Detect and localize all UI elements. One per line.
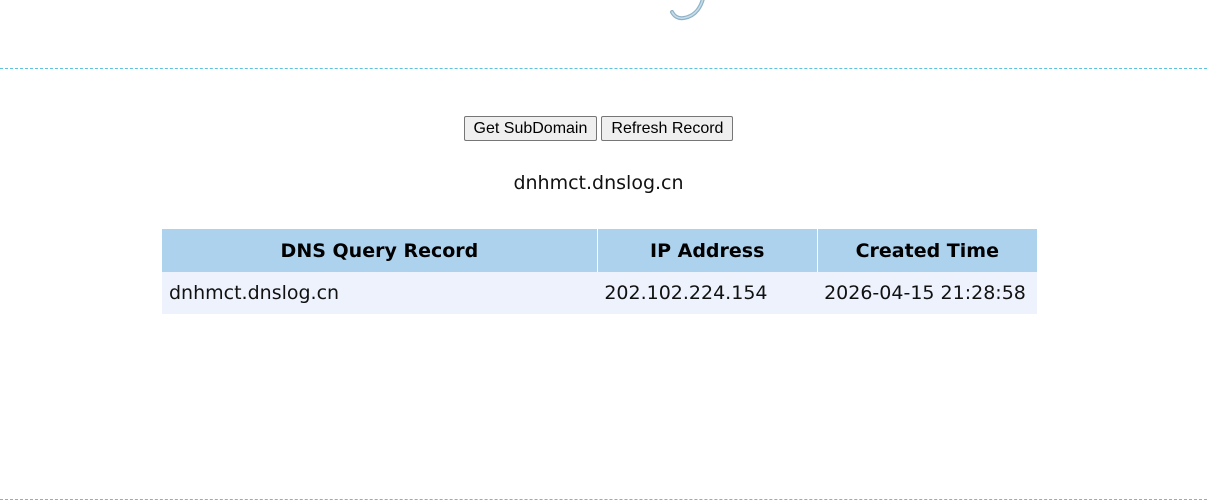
logo-curl-icon (670, 0, 705, 21)
dns-record-table: DNS Query Record IP Address Created Time… (162, 229, 1037, 314)
cell-dns-query-record: dnhmct.dnslog.cn (162, 272, 598, 314)
top-divider (0, 68, 1207, 69)
cell-ip-address: 202.102.224.154 (597, 272, 818, 314)
header-dns-query-record: DNS Query Record (162, 229, 598, 272)
refresh-record-button[interactable]: Refresh Record (601, 116, 734, 141)
header-ip-address: IP Address (597, 229, 818, 272)
bottom-divider (0, 499, 1207, 500)
cell-created-time: 2026-04-15 21:28:58 (817, 272, 1037, 314)
page: Get SubDomain Refresh Record dnhmct.dnsl… (0, 0, 1207, 502)
header-created-time: Created Time (817, 229, 1037, 272)
current-subdomain: dnhmct.dnslog.cn (513, 172, 684, 194)
table-row: dnhmct.dnslog.cn 202.102.224.154 2026-04… (162, 272, 1037, 314)
get-subdomain-button[interactable]: Get SubDomain (463, 116, 598, 141)
action-buttons: Get SubDomain Refresh Record (0, 116, 1197, 141)
table-header-row: DNS Query Record IP Address Created Time (162, 229, 1037, 272)
